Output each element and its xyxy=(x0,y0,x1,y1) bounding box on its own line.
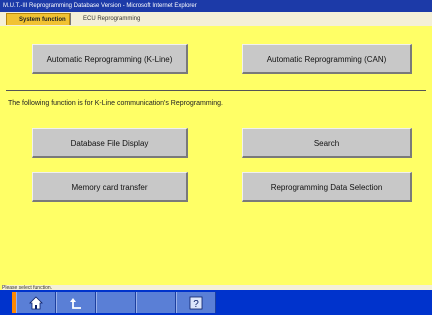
svg-text:?: ? xyxy=(193,299,199,310)
section-divider xyxy=(6,90,426,91)
reprogramming-data-selection-button[interactable]: Reprogramming Data Selection xyxy=(242,172,412,202)
toolbar-slot-3 xyxy=(96,292,136,313)
database-file-display-button[interactable]: Database File Display xyxy=(32,128,188,158)
tab-ecu-reprogramming-label: ECU Reprogramming xyxy=(83,16,141,22)
tab-ecu-reprogramming[interactable]: ECU Reprogramming xyxy=(70,13,152,25)
auto-reprogramming-can-button[interactable]: Automatic Reprogramming (CAN) xyxy=(242,44,412,74)
toolbar-slot-4 xyxy=(136,292,176,313)
home-button[interactable] xyxy=(16,292,56,313)
help-button[interactable]: ? xyxy=(176,292,216,313)
tab-system-function-label: System function xyxy=(19,17,66,23)
auto-reprogramming-kline-button[interactable]: Automatic Reprogramming (K-Line) xyxy=(32,44,188,74)
window-title: M.U.T.-III Reprogramming Database Versio… xyxy=(3,3,197,9)
back-icon xyxy=(70,297,81,309)
back-button[interactable] xyxy=(56,292,96,313)
kline-note: The following function is for K-Line com… xyxy=(8,100,223,107)
bottom-toolbar: ? xyxy=(0,290,432,315)
status-bar: Please select function. xyxy=(0,264,432,291)
tab-strip: System function ECU Reprogramming xyxy=(0,12,432,26)
help-icon: ? xyxy=(189,296,203,310)
search-button[interactable]: Search xyxy=(242,128,412,158)
main-panel: Automatic Reprogramming (K-Line) Automat… xyxy=(0,26,432,264)
memory-card-transfer-button[interactable]: Memory card transfer xyxy=(32,172,188,202)
home-icon xyxy=(29,295,43,309)
tab-system-function[interactable]: System function xyxy=(6,13,70,25)
window-title-bar: M.U.T.-III Reprogramming Database Versio… xyxy=(0,0,432,12)
